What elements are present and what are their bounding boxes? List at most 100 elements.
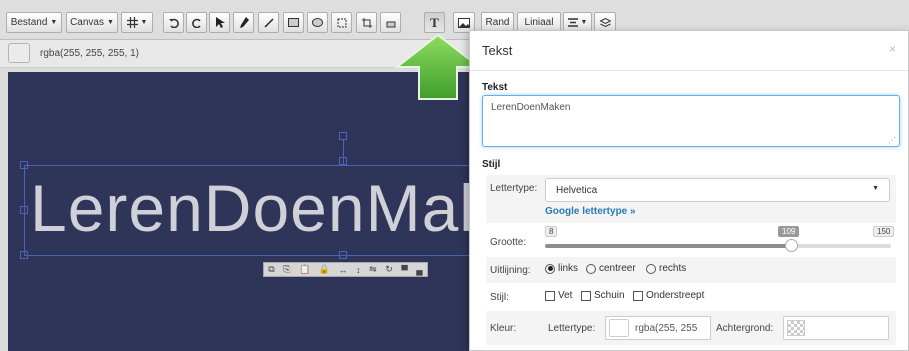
- fill-color-value: rgba(255, 255, 255, 1): [40, 48, 139, 59]
- bring-front-icon[interactable]: ▀: [401, 265, 407, 275]
- resize-handle-top[interactable]: [339, 157, 347, 165]
- pointer-button[interactable]: [209, 12, 230, 33]
- align-option-right[interactable]: rechts: [646, 263, 686, 274]
- redo-icon: [191, 18, 202, 28]
- underline-label: Onderstreept: [646, 290, 705, 301]
- size-value-label: 109: [778, 226, 800, 237]
- select-region-button[interactable]: [331, 12, 352, 33]
- font-row: Lettertype: Helvetica ▼ Google lettertyp…: [486, 175, 896, 223]
- flip-icon[interactable]: ⇋: [369, 264, 377, 275]
- italic-checkbox[interactable]: [581, 290, 591, 301]
- pen-icon: [239, 16, 249, 29]
- eraser-icon: [386, 18, 396, 28]
- drawing-canvas[interactable]: LerenDoenMaken ⧉ ⎘ 📋 🔒 ↔ ↕ ⇋ ↻ ▀ ▄: [8, 72, 478, 351]
- bold-option[interactable]: Vet: [545, 290, 572, 301]
- align-option-left[interactable]: links: [545, 263, 578, 274]
- align-left-label: links: [558, 263, 579, 274]
- align-center-label: centreer: [599, 263, 636, 274]
- object-mini-toolbar: ⧉ ⎘ 📋 🔒 ↔ ↕ ⇋ ↻ ▀ ▄: [263, 262, 428, 277]
- font-style-label: Stijl:: [490, 292, 509, 303]
- italic-option[interactable]: Schuin: [581, 290, 625, 301]
- lock-icon[interactable]: 🔒: [319, 264, 330, 275]
- redo-button[interactable]: [186, 12, 207, 33]
- italic-label: Schuin: [594, 290, 625, 301]
- crop-icon: [361, 17, 372, 28]
- pen-button[interactable]: [233, 12, 254, 33]
- font-color-value: rgba(255, 255: [635, 322, 698, 334]
- line-icon: [263, 17, 274, 28]
- border-label: Rand: [485, 17, 510, 28]
- fill-color-swatch[interactable]: [8, 43, 30, 63]
- resize-handle-left[interactable]: [20, 206, 28, 214]
- transparent-swatch-icon[interactable]: [787, 320, 805, 336]
- size-slider-thumb[interactable]: [784, 239, 798, 252]
- text-icon: T: [430, 14, 439, 30]
- rotate-icon[interactable]: ↻: [385, 264, 393, 275]
- align-row: Uitlijning: links centreer rechts: [486, 257, 896, 283]
- style-section-label: Stijl: [482, 159, 501, 170]
- rectangle-icon: [288, 18, 299, 27]
- size-row: Grootte: 8 109 150: [486, 223, 896, 255]
- ruler-label: Liniaal: [524, 17, 554, 28]
- eraser-button[interactable]: [380, 12, 401, 33]
- underline-option[interactable]: Onderstreept: [633, 290, 704, 301]
- canvas-menu-button[interactable]: Canvas ▼: [66, 12, 118, 33]
- close-icon[interactable]: ×: [889, 42, 896, 56]
- font-label: Lettertype:: [490, 183, 538, 194]
- align-right-label: rechts: [659, 263, 687, 274]
- align-icon: [567, 18, 578, 27]
- font-color-swatch[interactable]: [609, 319, 629, 337]
- image-icon: [458, 17, 470, 28]
- undo-button[interactable]: [163, 12, 184, 33]
- size-slider-track[interactable]: [545, 239, 891, 252]
- font-select[interactable]: Helvetica ▼: [545, 178, 890, 202]
- grid-button[interactable]: ▼: [121, 12, 153, 33]
- underline-checkbox[interactable]: [633, 290, 643, 301]
- google-font-link[interactable]: Google lettertype »: [545, 206, 636, 217]
- bold-label: Vet: [558, 290, 573, 301]
- resize-grip-icon[interactable]: ⋰: [888, 136, 896, 145]
- paste-icon[interactable]: 📋: [299, 264, 310, 275]
- resize-handle-top-left[interactable]: [20, 161, 28, 169]
- radio-center[interactable]: [586, 263, 596, 274]
- crop-button[interactable]: [356, 12, 377, 33]
- align-option-center[interactable]: centreer: [586, 263, 636, 274]
- bold-checkbox[interactable]: [545, 290, 555, 301]
- ellipse-button[interactable]: [307, 12, 328, 33]
- grid-icon: [126, 17, 138, 28]
- background-color-label: Achtergrond:: [716, 323, 774, 334]
- size-max-label: 150: [873, 226, 895, 237]
- size-label: Grootte:: [490, 237, 527, 248]
- rotation-handle[interactable]: [339, 132, 347, 140]
- line-button[interactable]: [258, 12, 279, 33]
- font-color-label: Lettertype:: [548, 323, 596, 334]
- text-input-value: LerenDoenMaken: [491, 102, 571, 113]
- text-input[interactable]: LerenDoenMaken ⋰: [482, 95, 900, 147]
- font-style-row: Stijl: Vet Schuin Onderstreept: [486, 283, 896, 309]
- resize-handle-bottom-left[interactable]: [20, 251, 28, 259]
- text-tool-button[interactable]: T: [424, 12, 445, 33]
- resize-handle-bottom[interactable]: [339, 251, 347, 259]
- radio-right[interactable]: [646, 263, 656, 274]
- text-dialog: Tekst × Tekst LerenDoenMaken ⋰ Stijl Let…: [469, 30, 909, 351]
- pointer-icon: [215, 16, 225, 29]
- color-label: Kleur:: [490, 323, 517, 334]
- height-icon[interactable]: ↕: [356, 265, 361, 275]
- width-icon[interactable]: ↔: [339, 265, 348, 275]
- text-section-label: Tekst: [482, 82, 508, 93]
- color-row: Kleur: Lettertype: rgba(255, 255 Achterg…: [486, 311, 896, 345]
- radio-left[interactable]: [545, 263, 555, 274]
- send-back-icon[interactable]: ▄: [416, 265, 422, 275]
- copy-icon[interactable]: ⧉: [268, 264, 274, 275]
- background-color-input[interactable]: [783, 316, 889, 340]
- file-menu-label: Bestand: [10, 17, 48, 28]
- selection-box: [24, 165, 478, 256]
- layers-icon: [599, 17, 611, 28]
- dialog-header: Tekst ×: [470, 31, 908, 71]
- font-color-input[interactable]: rgba(255, 255: [605, 316, 711, 340]
- file-menu-button[interactable]: Bestand ▼: [6, 12, 62, 33]
- ellipse-icon: [312, 18, 323, 27]
- duplicate-icon[interactable]: ⎘: [283, 264, 290, 275]
- chevron-down-icon: ▼: [872, 185, 879, 192]
- rectangle-button[interactable]: [283, 12, 304, 33]
